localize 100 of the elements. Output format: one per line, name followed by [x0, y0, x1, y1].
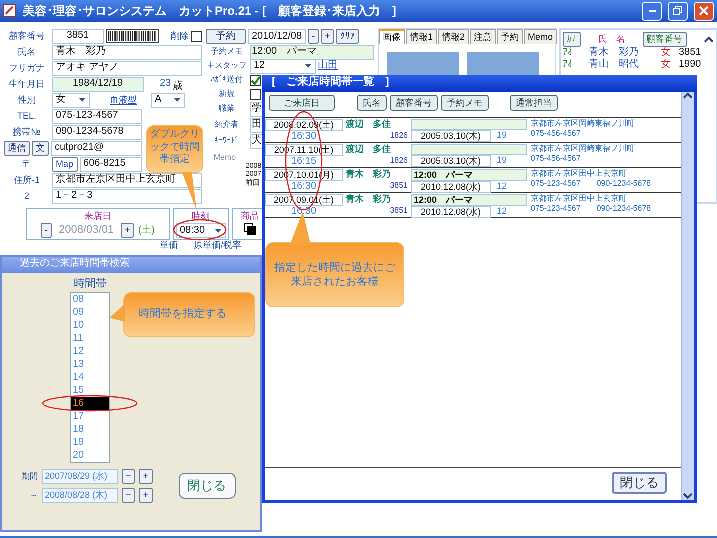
- map-button[interactable]: Map: [52, 156, 78, 172]
- field-label: フリガナ: [8, 62, 46, 74]
- address-text: 京都市左京区岡崎東福ノ川町: [531, 119, 635, 129]
- step-button[interactable]: +: [139, 488, 153, 504]
- hour-list[interactable]: 08 09 10 11 12 13 14 15 16 17 18 19 20: [70, 292, 110, 464]
- list-item[interactable]: 17: [71, 410, 109, 424]
- text-field[interactable]: アオキ アヤノ: [52, 60, 202, 76]
- field-label: 予約メモ: [210, 47, 244, 57]
- tab[interactable]: 画像: [379, 29, 405, 44]
- address-text: 京都市左京区岡崎東福ノ川町: [531, 144, 635, 154]
- tab[interactable]: 情報2: [438, 29, 470, 44]
- number-text: 3851: [389, 206, 409, 216]
- text-field[interactable]: 12:00 パーマ: [250, 44, 374, 60]
- field-label: 2: [23, 190, 30, 202]
- customer-number-field[interactable]: 3851: [52, 28, 104, 44]
- email-field[interactable]: cutpro21@: [51, 140, 142, 156]
- date-field[interactable]: 2008/08/28 (木): [42, 488, 118, 504]
- scroll-up-icon: [683, 92, 693, 100]
- mail-button[interactable]: 文: [32, 140, 49, 156]
- list-item[interactable]: 13: [71, 358, 109, 372]
- blood-type-link[interactable]: 血液型: [110, 94, 137, 106]
- step-button[interactable]: -: [41, 223, 52, 238]
- checkbox[interactable]: [250, 88, 261, 100]
- sort-button[interactable]: 顧客番号: [642, 32, 687, 47]
- kana-text: ｱｵ: [563, 59, 574, 71]
- name-text: 青木 彩乃: [589, 47, 640, 58]
- tab[interactable]: 予約: [497, 29, 524, 44]
- sort-button[interactable]: ｶﾅ: [563, 32, 581, 47]
- tab[interactable]: 注意: [470, 29, 496, 44]
- phone-text: 075-123-4567: [531, 204, 581, 214]
- step-button[interactable]: −: [122, 488, 136, 504]
- close-button[interactable]: 閉じる: [612, 472, 667, 494]
- list-label: 時間帯: [74, 278, 108, 292]
- copy-icon: [244, 223, 256, 235]
- list-item[interactable]: 19: [71, 436, 109, 450]
- step-button[interactable]: +: [121, 223, 134, 238]
- sort-button[interactable]: 顧客番号: [390, 95, 438, 111]
- date-field: 2005.03.10(木): [411, 130, 491, 142]
- restore-button[interactable]: [668, 2, 688, 20]
- reserve-button[interactable]: 予約: [206, 29, 246, 44]
- checkbox[interactable]: [250, 74, 261, 86]
- sex-text: 女: [661, 47, 672, 59]
- dialog-title: 過去のご来店時間帯検索: [2, 257, 260, 273]
- field-label: 氏名: [17, 46, 37, 58]
- date-field[interactable]: 2010/12/08: [248, 29, 306, 44]
- dropdown[interactable]: A: [151, 92, 185, 108]
- dropdown[interactable]: 12: [250, 58, 316, 74]
- text-field[interactable]: 青木 彩乃: [52, 44, 202, 60]
- list-item[interactable]: 09: [71, 306, 109, 320]
- time-text: 16:30: [290, 131, 318, 142]
- caret-icon: [215, 228, 222, 232]
- text-field[interactable]: 075-123-4567: [52, 108, 142, 124]
- sort-button[interactable]: 予約メモ: [441, 95, 489, 111]
- tab[interactable]: Memo: [524, 29, 558, 44]
- count-text: 12: [496, 206, 508, 218]
- phone-text: 090-1234-5678: [596, 178, 652, 188]
- list-item[interactable]: 11: [71, 332, 109, 346]
- list-item[interactable]: 14: [71, 371, 109, 384]
- checkbox[interactable]: [191, 30, 202, 42]
- staff-name: 山田: [318, 60, 338, 72]
- name-text: 渡辺 多佳: [346, 119, 392, 130]
- sort-button[interactable]: ご来店日: [269, 95, 335, 111]
- field-label: 主スタッフ: [206, 61, 248, 71]
- text-field[interactable]: 1－2－3: [52, 188, 202, 204]
- period-label: 期間: [22, 472, 38, 482]
- time-text: 16:30: [290, 206, 318, 217]
- text-field[interactable]: 090-1234-5678: [52, 124, 142, 140]
- name-text: 青木 彩乃: [346, 169, 392, 180]
- address-text: 京都市左京区田中上玄京町: [531, 194, 628, 204]
- list-item[interactable]: 15: [71, 384, 109, 398]
- date-field[interactable]: 2007/08/29 (水): [42, 469, 118, 484]
- column-header: 原単価/税率: [194, 240, 242, 251]
- minimize-button[interactable]: [642, 2, 662, 20]
- scroll-up-icon: [704, 36, 714, 44]
- list-item[interactable]: 16: [71, 397, 109, 410]
- caret-icon: [174, 98, 181, 102]
- close-button[interactable]: 閉じる: [178, 473, 236, 499]
- time-dropdown[interactable]: 08:30: [176, 223, 226, 238]
- tab[interactable]: 情報1: [406, 29, 438, 44]
- close-icon: [699, 6, 709, 16]
- mail-button[interactable]: 通信: [4, 140, 30, 156]
- step-button[interactable]: +: [321, 29, 334, 44]
- step-button[interactable]: ｸﾘｱ: [336, 29, 360, 44]
- sort-button[interactable]: 通常担当: [510, 95, 558, 111]
- list-item[interactable]: 08: [71, 293, 109, 306]
- field-label: 新規: [218, 89, 236, 99]
- sort-button[interactable]: 氏名: [357, 95, 387, 111]
- list-item[interactable]: 18: [71, 423, 109, 436]
- close-button[interactable]: [694, 2, 714, 20]
- postal-code-field[interactable]: 606-8215: [80, 156, 142, 172]
- scrollbar[interactable]: [681, 92, 694, 500]
- list-item[interactable]: 10: [71, 319, 109, 332]
- date-field[interactable]: 1984/12/19: [52, 76, 144, 92]
- list-item[interactable]: 12: [71, 345, 109, 358]
- step-button[interactable]: -: [308, 29, 320, 44]
- step-button[interactable]: +: [139, 469, 153, 484]
- step-button[interactable]: −: [122, 469, 136, 484]
- text-field[interactable]: 京都市左京区田中上玄京町: [52, 172, 202, 188]
- list-item[interactable]: 20: [71, 449, 109, 462]
- dropdown[interactable]: 女: [52, 92, 90, 108]
